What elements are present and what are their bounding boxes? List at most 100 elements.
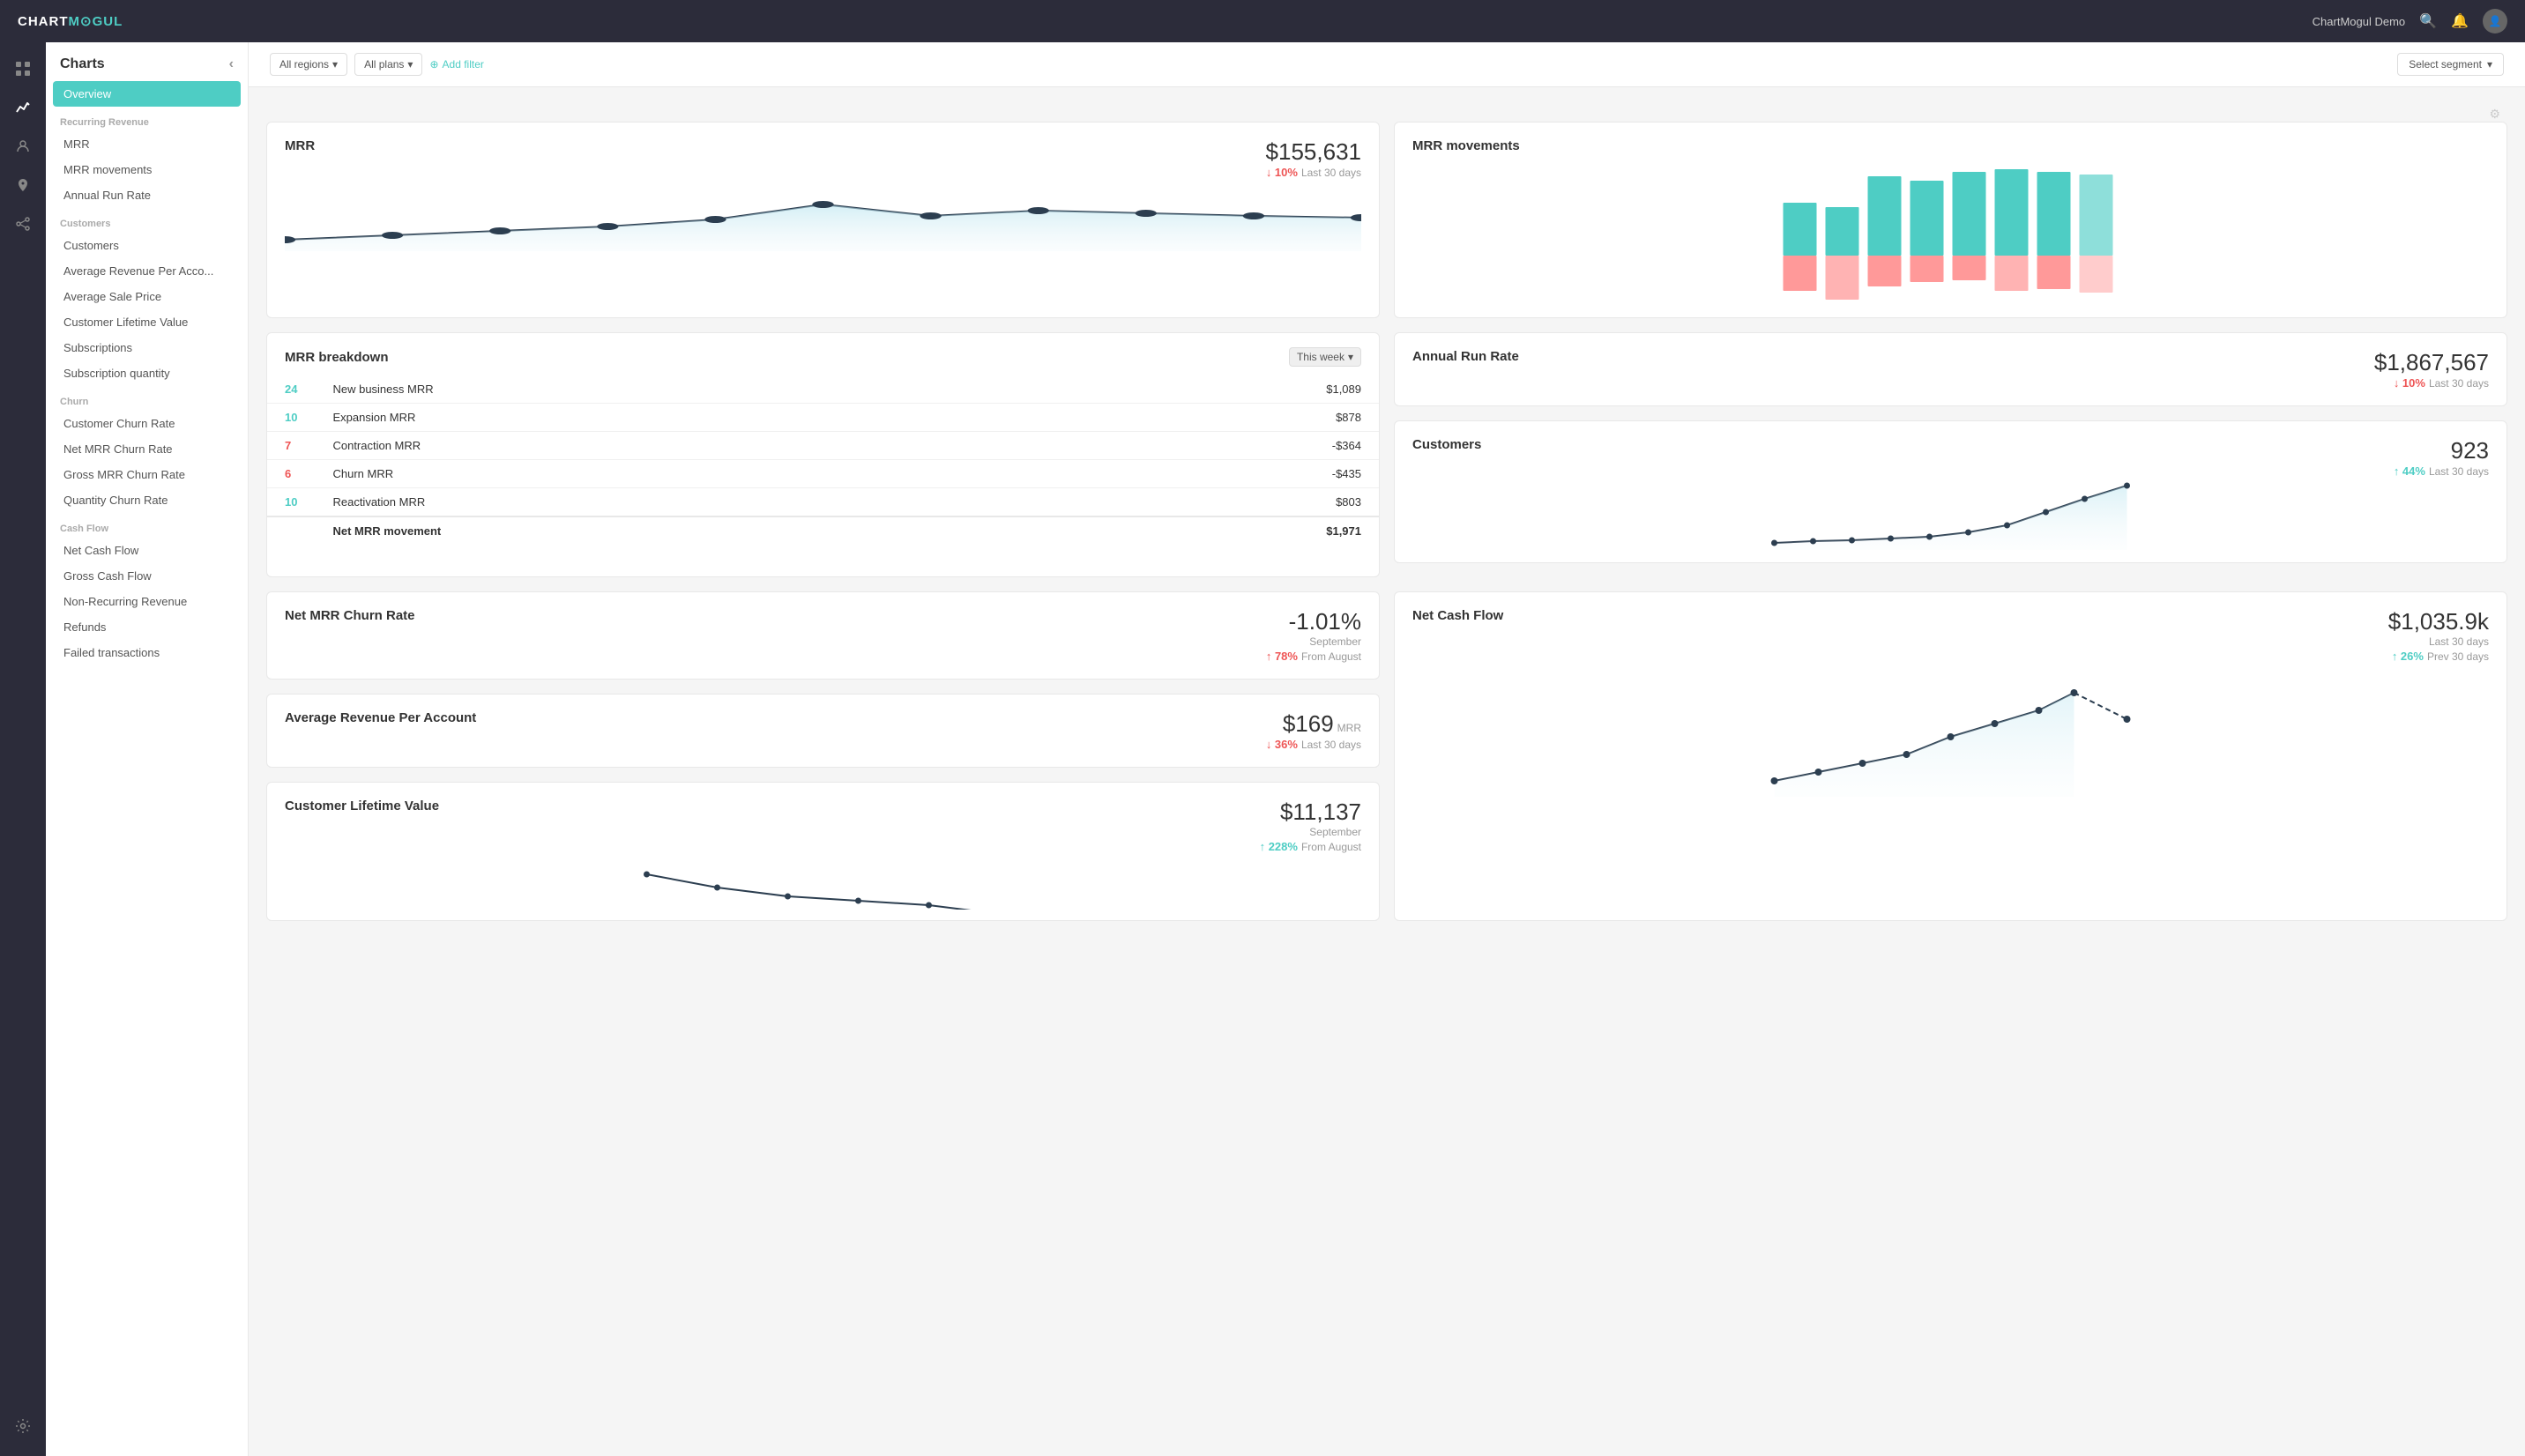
sidebar-item-annual-run-rate[interactable]: Annual Run Rate <box>46 182 248 208</box>
sidebar-section-recurring: Recurring Revenue <box>46 107 248 131</box>
plus-icon: ⊕ <box>429 58 438 71</box>
breakdown-amount: $1,089 <box>1029 375 1379 404</box>
net-mrr-churn-card: Net MRR Churn Rate -1.01% September ↑ 78… <box>266 591 1380 680</box>
clv-meta: $11,137 September ↑ 228% From August <box>1260 799 1361 853</box>
select-segment-button[interactable]: Select segment ▾ <box>2397 53 2504 76</box>
mrr-breakdown-card: MRR breakdown This week ▾ 24 New busines… <box>266 332 1380 577</box>
sidebar-item-quantity-churn[interactable]: Quantity Churn Rate <box>46 487 248 513</box>
dashboard: ⚙ MRR $155,631 ↓ 10% Last 30 days <box>249 87 2525 949</box>
breakdown-label: Contraction MRR <box>315 432 1029 460</box>
settings-icon[interactable] <box>7 1410 39 1442</box>
arpa-change-label: Last 30 days <box>1301 739 1361 751</box>
breakdown-num: 6 <box>285 467 291 480</box>
table-row: 10 Expansion MRR $878 <box>267 404 1379 432</box>
breakdown-amount: -$435 <box>1029 460 1379 488</box>
user-avatar[interactable]: 👤 <box>2483 9 2507 33</box>
sidebar-section-customers: Customers <box>46 208 248 233</box>
chevron-down-icon: ▾ <box>2487 58 2492 71</box>
search-icon[interactable]: 🔍 <box>2419 12 2437 30</box>
mrr-movements-card: MRR movements <box>1394 122 2507 318</box>
breakdown-total-amount: $1,971 <box>1029 516 1379 545</box>
sidebar-item-clv[interactable]: Customer Lifetime Value <box>46 309 248 335</box>
sidebar-item-gross-cashflow[interactable]: Gross Cash Flow <box>46 563 248 589</box>
dashboard-icon[interactable] <box>7 53 39 85</box>
main-content: All regions ▾ All plans ▾ ⊕ Add filter S… <box>249 42 2525 949</box>
customers-change: ↑ 44% <box>2394 464 2425 478</box>
net-mrr-churn-value: -1.01% <box>1289 608 1361 635</box>
net-cashflow-title: Net Cash Flow <box>1412 608 1503 623</box>
breakdown-label: Churn MRR <box>315 460 1029 488</box>
demo-label: ChartMogul Demo <box>2313 15 2406 28</box>
filter-regions-button[interactable]: All regions ▾ <box>270 53 347 76</box>
arpa-unit: MRR <box>1337 722 1361 734</box>
clv-change: ↑ 228% <box>1260 840 1298 853</box>
sidebar-item-non-recurring[interactable]: Non-Recurring Revenue <box>46 589 248 614</box>
filter-plans-button[interactable]: All plans ▾ <box>354 53 422 76</box>
sidebar-collapse-button[interactable]: ‹ <box>229 56 234 72</box>
left-icon-bar <box>0 42 46 1456</box>
sidebar-item-net-cashflow[interactable]: Net Cash Flow <box>46 538 248 563</box>
sidebar-item-overview[interactable]: Overview <box>53 81 241 107</box>
breakdown-num: 10 <box>285 495 297 509</box>
net-mrr-churn-title: Net MRR Churn Rate <box>285 608 415 623</box>
add-filter-button[interactable]: ⊕ Add filter <box>429 58 483 71</box>
row-2: MRR breakdown This week ▾ 24 New busines… <box>266 332 2507 577</box>
breakdown-table: 24 New business MRR $1,089 10 Expansion … <box>267 375 1379 545</box>
sidebar-item-refunds[interactable]: Refunds <box>46 614 248 640</box>
bell-icon[interactable]: 🔔 <box>2451 12 2469 30</box>
annual-run-rate-title: Annual Run Rate <box>1412 349 1519 364</box>
customers-title: Customers <box>1412 437 1481 452</box>
sidebar-item-net-mrr-churn[interactable]: Net MRR Churn Rate <box>46 436 248 462</box>
customers-meta: 923 ↑ 44% Last 30 days <box>2394 437 2489 478</box>
app-logo: CHARTM⊙GUL <box>18 13 123 29</box>
right-col: Annual Run Rate $1,867,567 ↓ 10% Last 30… <box>1394 332 2507 563</box>
topnav-right: ChartMogul Demo 🔍 🔔 👤 <box>2313 9 2507 33</box>
mrr-change-label: Last 30 days <box>1301 167 1361 179</box>
arpa-change: ↓ 36% <box>1266 738 1298 751</box>
net-cashflow-right-card: Net Cash Flow $1,035.9k Last 30 days ↑ 2… <box>1394 591 2507 921</box>
sidebar-item-mrr[interactable]: MRR <box>46 131 248 157</box>
integration-icon[interactable] <box>7 208 39 240</box>
net-mrr-churn-meta: -1.01% September ↑ 78% From August <box>1266 608 1361 663</box>
customers-chart <box>1395 481 2506 562</box>
table-row: 7 Contraction MRR -$364 <box>267 432 1379 460</box>
sidebar-item-mrr-movements[interactable]: MRR movements <box>46 157 248 182</box>
sidebar-section-cashflow: Cash Flow <box>46 513 248 538</box>
sidebar-item-customers[interactable]: Customers <box>46 233 248 258</box>
clv-change-label: From August <box>1301 841 1361 853</box>
net-cashflow-meta: $1,035.9k Last 30 days ↑ 26% Prev 30 day… <box>2388 608 2489 663</box>
breakdown-header: MRR breakdown This week ▾ <box>267 333 1379 375</box>
sidebar-item-failed-transactions[interactable]: Failed transactions <box>46 640 248 665</box>
mrr-movements-title: MRR movements <box>1412 138 1520 153</box>
breakdown-num: 7 <box>285 439 291 452</box>
net-cashflow-value-sub: Last 30 days <box>2388 635 2489 648</box>
filter-group: All regions ▾ All plans ▾ ⊕ Add filter <box>270 53 484 76</box>
sidebar-section-churn: Churn <box>46 386 248 411</box>
users-icon[interactable] <box>7 130 39 162</box>
sidebar-item-asp[interactable]: Average Sale Price <box>46 284 248 309</box>
clv-sub: September <box>1260 826 1361 838</box>
breakdown-title: MRR breakdown <box>285 350 389 365</box>
table-row: 24 New business MRR $1,089 <box>267 375 1379 404</box>
arpa-meta: $169 MRR ↓ 36% Last 30 days <box>1266 710 1361 751</box>
clv-card: Customer Lifetime Value $11,137 Septembe… <box>266 782 1380 921</box>
mrr-movements-chart <box>1395 159 2506 317</box>
net-cashflow-value: $1,035.9k <box>2388 608 2489 635</box>
breakdown-amount: $803 <box>1029 488 1379 517</box>
dashboard-settings-icon[interactable]: ⚙ <box>2489 107 2500 122</box>
sidebar-item-customer-churn[interactable]: Customer Churn Rate <box>46 411 248 436</box>
settings-row: ⚙ <box>266 101 2507 122</box>
breakdown-label: Expansion MRR <box>315 404 1029 432</box>
sidebar-item-gross-mrr-churn[interactable]: Gross MRR Churn Rate <box>46 462 248 487</box>
sidebar-item-subscriptions[interactable]: Subscriptions <box>46 335 248 360</box>
mrr-meta: $155,631 ↓ 10% Last 30 days <box>1266 138 1361 179</box>
chevron-down-icon: ▾ <box>332 58 338 71</box>
sidebar-item-subscription-quantity[interactable]: Subscription quantity <box>46 360 248 386</box>
charts-icon[interactable] <box>7 92 39 123</box>
arpa-title: Average Revenue Per Account <box>285 710 476 725</box>
table-row: 10 Reactivation MRR $803 <box>267 488 1379 517</box>
location-icon[interactable] <box>7 169 39 201</box>
breakdown-period-button[interactable]: This week ▾ <box>1289 347 1361 367</box>
mrr-card: MRR $155,631 ↓ 10% Last 30 days <box>266 122 1380 318</box>
sidebar-item-arpa[interactable]: Average Revenue Per Acco... <box>46 258 248 284</box>
